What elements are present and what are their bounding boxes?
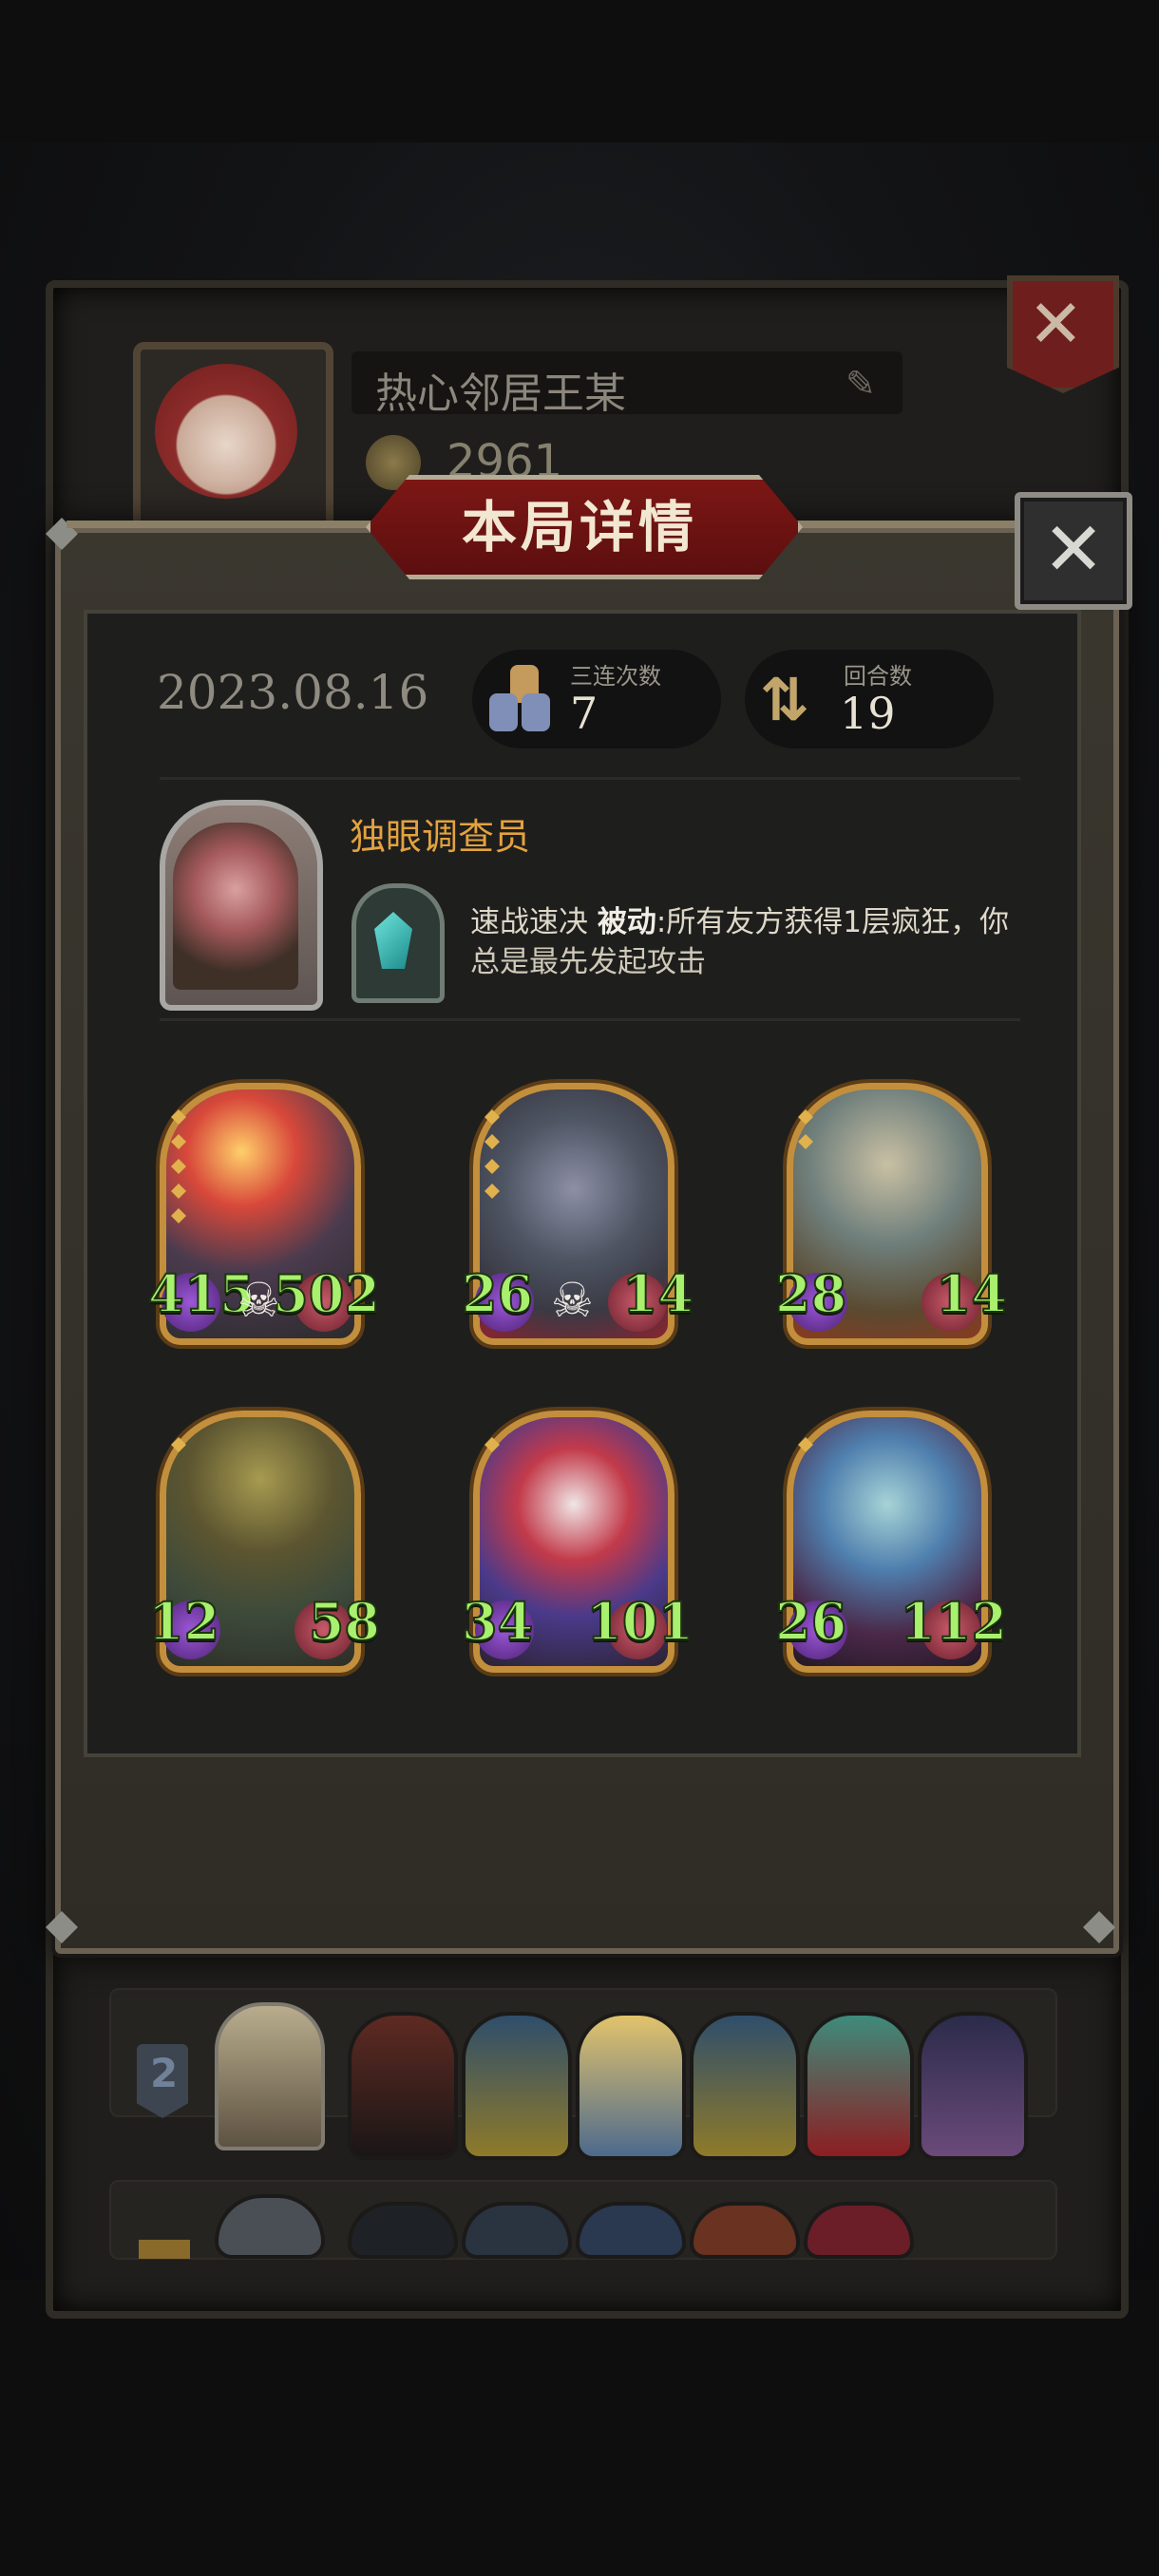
unit-portrait — [462, 2202, 572, 2259]
hero-portrait — [173, 823, 298, 990]
player-avatar — [155, 364, 297, 499]
divider — [160, 1018, 1020, 1021]
skill-description-line1: 速战速决 被动:所有友方获得1层疯狂，你 — [470, 898, 1009, 940]
tier-pip — [171, 1184, 186, 1199]
unit-portrait — [690, 2202, 800, 2259]
edit-pencil-icon[interactable]: ✎ — [846, 363, 876, 405]
skill-description-line2: 总是最先发起攻击 — [470, 945, 706, 979]
unit-health: 112 — [899, 1590, 1008, 1653]
skill-kind: 被动 — [597, 905, 656, 939]
tier-pip — [484, 1437, 500, 1452]
rank-badge — [139, 2240, 190, 2259]
tier-pip — [798, 1437, 813, 1452]
unit-attack: 26 — [461, 1262, 534, 1325]
tier-pip — [798, 1134, 813, 1149]
skull-icon: ☠ — [238, 1273, 280, 1328]
tier-pip — [171, 1159, 186, 1174]
triple-count-value: 7 — [570, 688, 598, 739]
skull-icon: ☠ — [551, 1273, 594, 1328]
tier-pip — [171, 1109, 186, 1125]
unit-portrait — [804, 2202, 914, 2259]
tier-pips — [484, 1437, 502, 1462]
cycle-arrows-icon: ⇅ — [760, 665, 809, 734]
unit-portrait — [348, 2012, 458, 2160]
triple-count-label: 三连次数 — [570, 663, 661, 690]
tier-pip — [171, 1208, 186, 1223]
tier-pips — [484, 1109, 502, 1208]
skill-desc: :所有友方获得1层疯狂，你 — [656, 905, 1010, 939]
match-date: 2023.08.16 — [157, 665, 429, 720]
rank-number: 2 — [150, 2050, 179, 2096]
tier-pip — [171, 1134, 186, 1149]
unit-portrait — [576, 2012, 686, 2160]
tier-pip — [798, 1109, 813, 1125]
unit-portrait — [462, 2012, 572, 2160]
unit-health: 502 — [272, 1262, 381, 1325]
divider — [160, 777, 1020, 780]
triple-units-icon — [489, 665, 556, 733]
unit-health: 14 — [621, 1262, 694, 1325]
tier-pips — [171, 1109, 188, 1233]
hero-portrait — [215, 2002, 325, 2150]
modal-title: 本局详情 — [461, 495, 697, 559]
unit-portrait — [918, 2012, 1028, 2160]
unit-attack: 28 — [774, 1262, 847, 1325]
tier-pip — [484, 1159, 500, 1174]
tier-pips — [798, 1437, 815, 1462]
tier-pips — [798, 1109, 815, 1159]
unit-portrait — [690, 2012, 800, 2160]
round-count-label: 回合数 — [844, 663, 912, 690]
unit-attack: 26 — [774, 1590, 847, 1653]
close-x-icon: ✕ — [1042, 507, 1105, 593]
tier-pip — [484, 1184, 500, 1199]
unit-health: 14 — [935, 1262, 1008, 1325]
unit-health: 101 — [585, 1590, 694, 1653]
skill-name: 速战速决 — [470, 905, 588, 939]
tier-pip — [484, 1109, 500, 1125]
player-name: 热心邻居王某 — [375, 369, 626, 418]
tier-pips — [171, 1437, 188, 1462]
unit-portrait — [804, 2012, 914, 2160]
unit-portrait — [348, 2202, 458, 2259]
hero-name: 独眼调查员 — [350, 816, 531, 858]
tier-pip — [484, 1134, 500, 1149]
unit-attack: 34 — [461, 1590, 534, 1653]
round-count-value: 19 — [840, 688, 896, 739]
unit-attack: 12 — [147, 1590, 220, 1653]
unit-portrait — [576, 2202, 686, 2259]
unit-health: 58 — [308, 1590, 381, 1653]
close-icon: ✕ — [1028, 285, 1084, 363]
tier-pip — [171, 1437, 186, 1452]
